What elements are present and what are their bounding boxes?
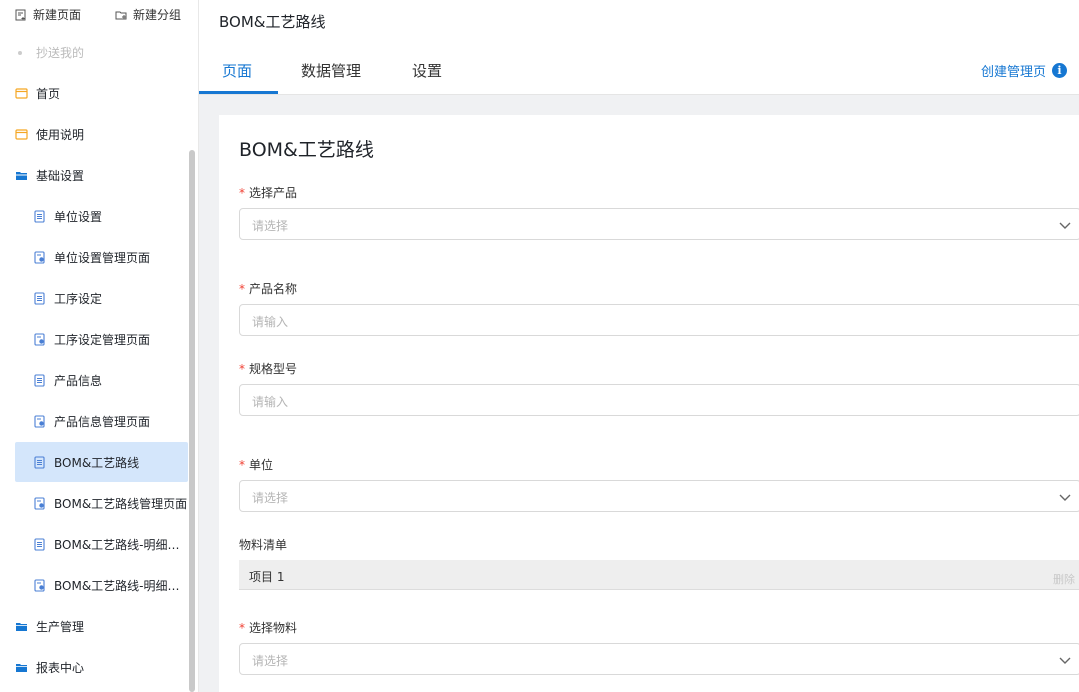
manage-page-icon bbox=[33, 414, 46, 428]
manage-page-icon bbox=[33, 578, 46, 592]
form-icon bbox=[33, 209, 46, 223]
field-label-select-material: * 选择物料 bbox=[239, 621, 298, 635]
field-label-unit: * 单位 bbox=[239, 458, 274, 472]
new-group-button[interactable]: 新建分组 bbox=[115, 6, 181, 23]
form-card: BOM&工艺路线 * 选择产品 请选择 * 产品名称 请输入 * 规格型号 请输入 *… bbox=[219, 115, 1079, 692]
sidebar-item[interactable]: 首页 bbox=[15, 73, 188, 113]
sidebar-item[interactable]: 生产管理 bbox=[15, 606, 188, 646]
sidebar-item-label: 产品信息管理页面 bbox=[54, 414, 151, 429]
material-item-title: 项目 1 bbox=[249, 570, 285, 584]
select-material-dropdown[interactable]: 请选择 bbox=[239, 643, 1079, 675]
field-label-product-name: * 产品名称 bbox=[239, 282, 298, 296]
tab-settings[interactable]: 设置 bbox=[412, 60, 442, 81]
manage-page-icon bbox=[33, 332, 46, 346]
tab-page[interactable]: 页面 bbox=[222, 60, 252, 81]
folder-open-icon bbox=[15, 169, 28, 182]
new-page-icon bbox=[15, 9, 26, 20]
sidebar-item-label: BOM&工艺路线管理页面 bbox=[54, 496, 188, 511]
main-area: BOM&工艺路线 页面 数据管理 设置 创建管理页 i BOM&工艺路线 * 选择… bbox=[199, 0, 1079, 692]
new-page-label: 新建页面 bbox=[33, 8, 82, 22]
chevron-down-icon bbox=[1059, 657, 1071, 664]
unit-dropdown[interactable]: 请选择 bbox=[239, 480, 1079, 512]
sidebar-item[interactable]: BOM&工艺路线-明细统... bbox=[15, 565, 188, 605]
bullet-icon bbox=[18, 50, 22, 55]
sidebar-item-label: 单位设置管理页面 bbox=[54, 250, 151, 265]
sidebar-item-label: BOM&工艺路线-明细统... bbox=[54, 578, 188, 593]
page-icon bbox=[15, 128, 28, 141]
sidebar-scrollbar[interactable] bbox=[189, 150, 195, 692]
required-mark: * bbox=[239, 362, 245, 376]
folder-icon bbox=[15, 661, 28, 674]
sidebar: 新建页面 新建分组 抄送我的 首页使用说明基础设置单位设置单位设置管理页面 工序设… bbox=[0, 0, 199, 692]
spec-model-placeholder: 请输入 bbox=[252, 395, 289, 409]
sidebar-item-label: 产品信息 bbox=[54, 373, 103, 388]
sidebar-item-label: BOM&工艺路线-明细统计 bbox=[54, 537, 188, 552]
product-name-input[interactable]: 请输入 bbox=[239, 304, 1079, 336]
spec-model-input[interactable]: 请输入 bbox=[239, 384, 1079, 416]
sidebar-item[interactable]: BOM&工艺路线管理页面 bbox=[15, 483, 188, 523]
create-manage-page-link[interactable]: 创建管理页 i bbox=[981, 61, 1067, 80]
unit-placeholder: 请选择 bbox=[252, 491, 289, 505]
chevron-down-icon bbox=[1059, 222, 1071, 229]
create-manage-page-label: 创建管理页 bbox=[980, 65, 1046, 80]
sidebar-item-label: 单位设置 bbox=[54, 209, 103, 224]
required-mark: * bbox=[239, 621, 245, 635]
required-mark: * bbox=[239, 458, 245, 472]
manage-page-icon bbox=[33, 496, 46, 510]
required-mark: * bbox=[239, 282, 245, 296]
page-header: BOM&工艺路线 页面 数据管理 设置 创建管理页 i bbox=[199, 0, 1079, 95]
sidebar-item-label: 首页 bbox=[36, 86, 61, 101]
sidebar-top-actions: 新建页面 新建分组 bbox=[0, 0, 198, 30]
sidebar-item[interactable]: 报表中心 bbox=[15, 647, 188, 687]
manage-page-icon bbox=[33, 250, 46, 264]
field-label-select-product: * 选择产品 bbox=[239, 186, 298, 200]
sidebar-item-label: 使用说明 bbox=[36, 127, 85, 142]
new-group-icon bbox=[115, 11, 127, 19]
new-group-label: 新建分组 bbox=[133, 8, 182, 22]
product-name-placeholder: 请输入 bbox=[252, 315, 289, 329]
sidebar-item[interactable]: 产品信息 bbox=[15, 360, 188, 400]
delete-item-button[interactable]: 删除 bbox=[1053, 571, 1075, 587]
sidebar-item[interactable]: 工序设定 bbox=[15, 278, 188, 318]
sidebar-item-label: 工序设定管理页面 bbox=[54, 332, 151, 347]
sidebar-item-label: 工序设定 bbox=[54, 291, 103, 306]
page-icon bbox=[15, 87, 28, 100]
sidebar-item-label: 报表中心 bbox=[36, 660, 85, 675]
folder-icon bbox=[15, 620, 28, 633]
tab-data-management[interactable]: 数据管理 bbox=[301, 60, 361, 81]
sidebar-item[interactable]: 产品信息管理页面 bbox=[15, 401, 188, 441]
sidebar-item[interactable]: BOM&工艺路线-明细统计 bbox=[15, 524, 188, 564]
form-icon bbox=[33, 455, 46, 469]
cc-me-item[interactable]: 抄送我的 bbox=[18, 44, 84, 61]
sidebar-item-label: 基础设置 bbox=[36, 168, 85, 183]
sidebar-item[interactable]: 单位设置管理页面 bbox=[15, 237, 188, 277]
page-title: BOM&工艺路线 bbox=[219, 13, 326, 31]
material-list-item: 项目 1 删除 bbox=[239, 560, 1079, 590]
sidebar-item[interactable]: 单位设置 bbox=[15, 196, 188, 236]
form-icon bbox=[33, 291, 46, 305]
active-tab-indicator bbox=[199, 91, 278, 94]
cc-me-label: 抄送我的 bbox=[36, 46, 85, 60]
field-label-spec-model: * 规格型号 bbox=[239, 362, 298, 376]
material-list-label: 物料清单 bbox=[239, 538, 288, 552]
sidebar-item[interactable]: BOM&工艺路线 bbox=[15, 442, 188, 482]
sidebar-item-label: 生产管理 bbox=[36, 619, 85, 634]
form-icon bbox=[33, 373, 46, 387]
sidebar-item[interactable]: 工序设定管理页面 bbox=[15, 319, 188, 359]
form-icon bbox=[33, 537, 46, 551]
select-product-placeholder: 请选择 bbox=[252, 219, 289, 233]
select-product-dropdown[interactable]: 请选择 bbox=[239, 208, 1079, 240]
chevron-down-icon bbox=[1059, 494, 1071, 501]
sidebar-item[interactable]: 使用说明 bbox=[15, 114, 188, 154]
form-title: BOM&工艺路线 bbox=[239, 139, 374, 161]
info-icon[interactable]: i bbox=[1052, 63, 1067, 78]
select-material-placeholder: 请选择 bbox=[252, 654, 289, 668]
sidebar-item[interactable]: 基础设置 bbox=[15, 155, 188, 195]
required-mark: * bbox=[239, 186, 245, 200]
sidebar-item-label: BOM&工艺路线 bbox=[54, 455, 140, 470]
new-page-button[interactable]: 新建页面 bbox=[15, 6, 81, 23]
